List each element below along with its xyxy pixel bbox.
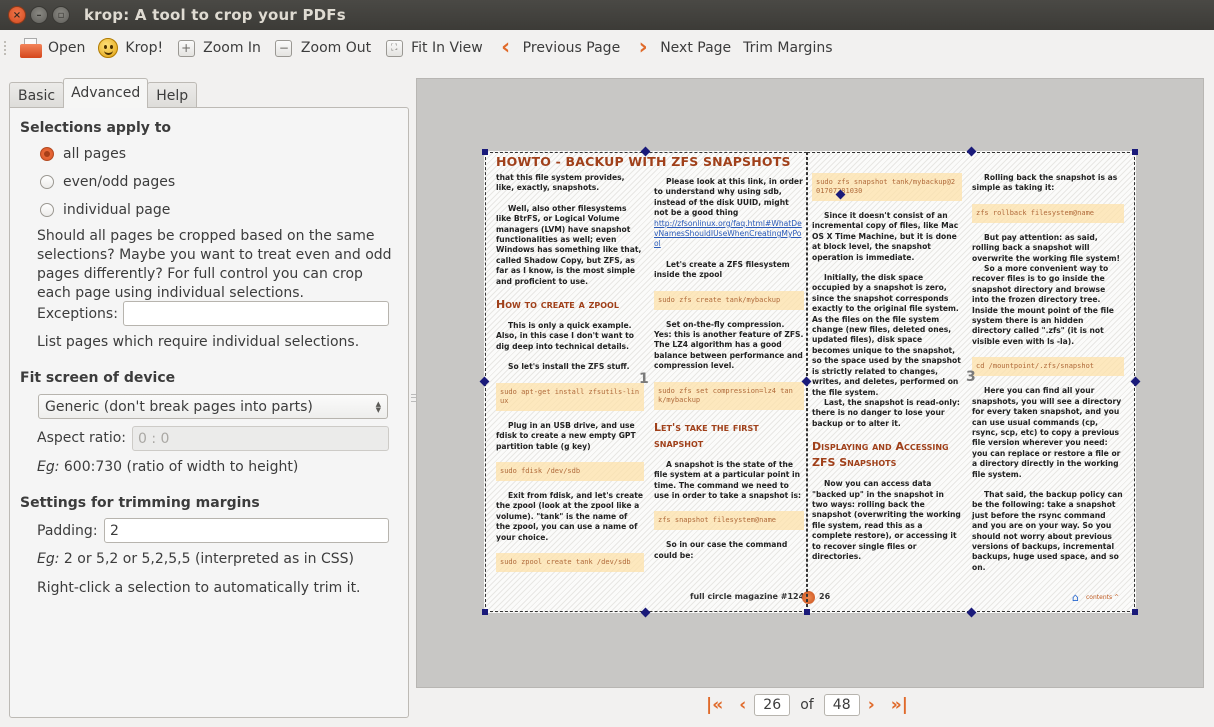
padding-hint: Eg: 2 or 5,2 or 5,2,5,5 (interpreted as … <box>37 550 397 569</box>
maximize-window-button[interactable]: ▫ <box>52 6 70 24</box>
exceptions-hint: List pages which require individual sele… <box>37 334 360 350</box>
selections-description: Should all pages be cropped based on the… <box>37 228 392 301</box>
radio-individual-label: individual page <box>63 202 171 218</box>
chevron-right-icon: › <box>638 35 648 60</box>
zoom-out-button[interactable]: − Zoom Out <box>269 33 379 63</box>
fit-in-view-button[interactable]: ⛶ Fit In View <box>379 33 491 63</box>
aspect-ratio-label: Aspect ratio: <box>37 430 127 446</box>
aspect-hint-text: 600:730 (ratio of width to height) <box>59 459 299 475</box>
fit-screen-section-title: Fit screen of device <box>20 370 176 386</box>
close-window-button[interactable]: × <box>8 6 26 24</box>
eg-prefix: Eg: <box>37 459 60 475</box>
chevron-right-icon: › <box>867 694 875 715</box>
aspect-ratio-input <box>132 426 389 451</box>
trimming-section-title: Settings for trimming margins <box>20 495 260 511</box>
next-page-label: Next Page <box>660 40 732 56</box>
radio-even-odd-pages[interactable]: even/odd pages <box>40 174 175 190</box>
selection-corner-handle[interactable] <box>1132 609 1138 615</box>
next-page-nav-button[interactable]: › <box>867 694 875 715</box>
radio-checked-icon <box>40 147 54 161</box>
select-arrows-icon: ▲ ▼ <box>375 399 381 414</box>
eg-prefix: Eg: <box>37 551 60 567</box>
minimize-icon: – <box>36 9 42 21</box>
previous-page-label: Previous Page <box>522 40 621 56</box>
selection-corner-handle[interactable] <box>1132 149 1138 155</box>
fit-view-icon: ⛶ <box>383 37 405 59</box>
zoom-in-icon: + <box>175 37 197 59</box>
trim-margins-label: Trim Margins <box>743 40 833 56</box>
crop-selection-3[interactable] <box>807 152 1135 612</box>
open-label: Open <box>48 40 86 56</box>
toolbar: Open Krop! + Zoom In − Zoom Out ⛶ Fit In… <box>0 30 1214 66</box>
radio-individual-page[interactable]: individual page <box>40 202 170 218</box>
first-page-button[interactable]: |« <box>706 694 724 715</box>
radio-all-pages[interactable]: all pages <box>40 146 126 162</box>
device-select-value: Generic (don't break pages into parts) <box>45 398 313 415</box>
total-pages-field: 48 <box>823 694 860 716</box>
padding-hint-text: 2 or 5,2 or 5,2,5,5 (interpreted as in C… <box>59 551 354 567</box>
smiley-icon <box>97 37 119 59</box>
current-page-input[interactable]: 26 <box>754 694 791 716</box>
folder-open-icon <box>20 37 42 59</box>
last-page-button[interactable]: »| <box>890 694 908 715</box>
chevron-left-icon: ‹ <box>739 694 747 715</box>
title-bar: × – ▫ krop: A tool to crop your PDFs <box>0 0 1214 30</box>
krop-label: Krop! <box>125 40 164 56</box>
page-navigator: |« ‹ 26 of 48 › »| <box>698 694 916 716</box>
settings-tabs: Basic Advanced Help <box>9 78 198 108</box>
last-page-icon: »| <box>890 694 908 715</box>
minimize-window-button[interactable]: – <box>30 6 48 24</box>
close-icon: × <box>12 9 22 21</box>
crop-selection-1[interactable] <box>485 152 807 612</box>
radio-all-pages-label: all pages <box>63 146 127 162</box>
advanced-panel: Selections apply to all pages even/odd p… <box>9 107 409 718</box>
padding-label: Padding: <box>37 523 98 539</box>
selections-section-title: Selections apply to <box>20 120 172 136</box>
zoom-out-icon: − <box>273 37 295 59</box>
exceptions-input[interactable] <box>123 301 389 326</box>
toolbar-grip[interactable] <box>4 41 10 55</box>
chevron-left-icon: ‹ <box>501 35 511 60</box>
window-title: krop: A tool to crop your PDFs <box>84 6 346 24</box>
prev-page-button[interactable]: ‹ <box>739 694 747 715</box>
zoom-in-button[interactable]: + Zoom In <box>171 33 269 63</box>
selection-corner-handle[interactable] <box>804 609 810 615</box>
selection-corner-handle[interactable] <box>482 149 488 155</box>
zoom-in-label: Zoom In <box>203 40 261 56</box>
selection-corner-handle[interactable] <box>482 609 488 615</box>
device-select[interactable]: Generic (don't break pages into parts) ▲… <box>38 394 388 419</box>
exceptions-label: Exceptions: <box>37 306 118 322</box>
of-label: of <box>800 697 814 713</box>
radio-unchecked-icon <box>40 203 54 217</box>
krop-button[interactable]: Krop! <box>93 33 171 63</box>
padding-input[interactable] <box>104 518 389 543</box>
first-page-icon: |« <box>706 694 724 715</box>
zoom-out-label: Zoom Out <box>300 40 372 56</box>
maximize-icon: ▫ <box>57 9 65 21</box>
aspect-ratio-hint: Eg: 600:730 (ratio of width to height) <box>37 458 397 477</box>
previous-page-button[interactable]: ‹ Previous Page <box>491 33 629 63</box>
right-click-hint: Right-click a selection to automatically… <box>37 580 361 596</box>
radio-even-odd-label: even/odd pages <box>63 174 176 190</box>
next-page-button[interactable]: › Next Page <box>628 33 739 63</box>
radio-unchecked-icon <box>40 175 54 189</box>
open-button[interactable]: Open <box>16 33 93 63</box>
tab-help[interactable]: Help <box>147 82 198 108</box>
tab-basic[interactable]: Basic <box>9 82 65 108</box>
tab-advanced[interactable]: Advanced <box>63 78 149 108</box>
trim-margins-button[interactable]: Trim Margins <box>739 33 840 63</box>
fit-in-view-label: Fit In View <box>411 40 483 56</box>
